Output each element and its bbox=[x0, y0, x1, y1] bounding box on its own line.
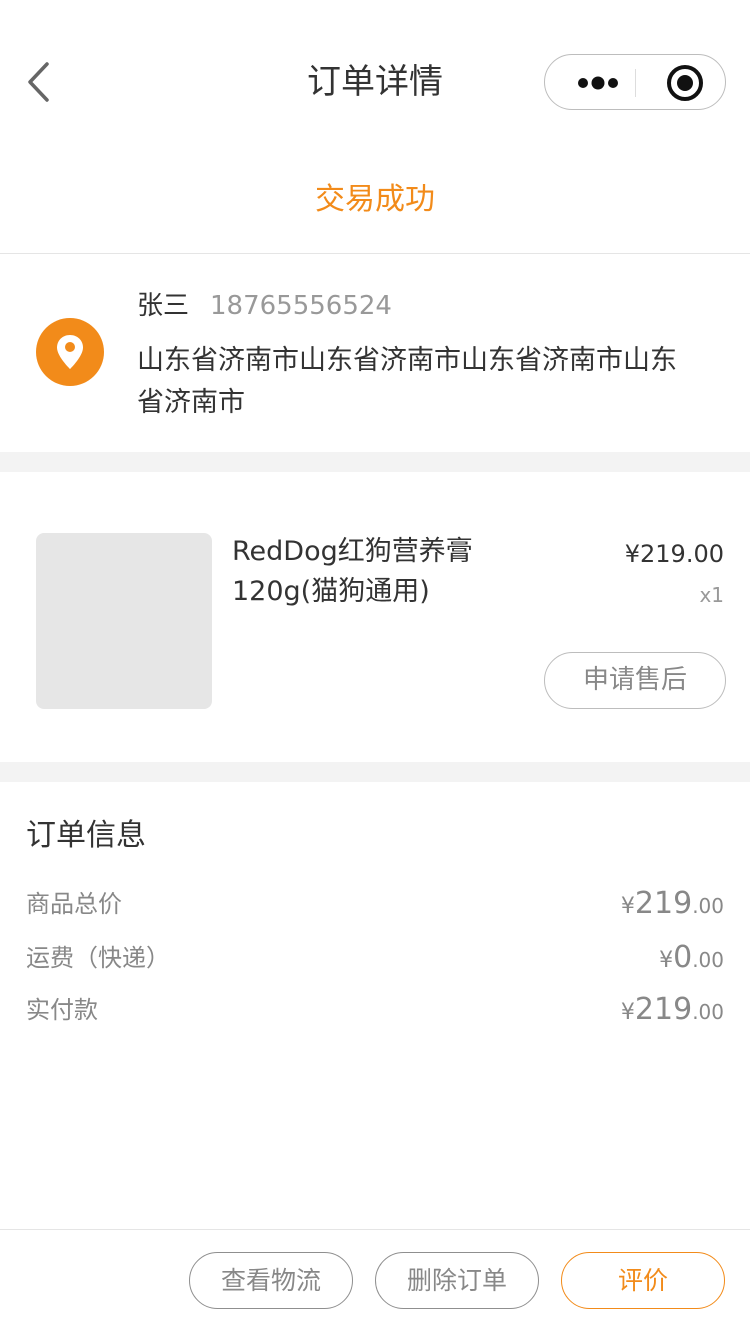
product-price: ¥219.00 bbox=[624, 540, 724, 568]
product-quantity: x1 bbox=[699, 583, 724, 607]
close-button[interactable] bbox=[653, 55, 717, 111]
navigation-bar: 订单详情 bbox=[0, 0, 750, 164]
view-logistics-button[interactable]: 查看物流 bbox=[189, 1252, 353, 1309]
shipping-address: 张三 18765556524 山东省济南市山东省济南市山东省济南市山东省济南市 bbox=[0, 254, 750, 452]
location-pin-icon bbox=[36, 318, 104, 386]
shipping-fee-row: 运费（快递） ¥0.00 bbox=[26, 938, 724, 978]
section-gap bbox=[0, 452, 750, 472]
order-status: 交易成功 bbox=[315, 182, 435, 217]
record-close-icon bbox=[667, 65, 703, 101]
review-button[interactable]: 评价 bbox=[561, 1252, 725, 1309]
row-value: ¥0.00 bbox=[659, 940, 724, 975]
more-dots-icon bbox=[578, 76, 618, 90]
row-label: 商品总价 bbox=[26, 890, 122, 918]
row-label: 实付款 bbox=[26, 996, 98, 1024]
row-value: ¥219.00 bbox=[620, 886, 724, 921]
footer-actions: 查看物流 删除订单 评价 bbox=[0, 1230, 750, 1334]
row-value: ¥219.00 bbox=[620, 992, 724, 1027]
row-label: 运费（快递） bbox=[26, 944, 170, 972]
after-sale-button[interactable]: 申请售后 bbox=[544, 652, 726, 709]
address-detail: 山东省济南市山东省济南市山东省济南市山东省济南市 bbox=[137, 345, 677, 418]
section-gap bbox=[0, 762, 750, 782]
product-name[interactable]: RedDog红狗营养膏120g(猫狗通用) bbox=[232, 532, 562, 612]
order-info: 订单信息 商品总价 ¥219.00 运费（快递） ¥0.00 实付款 ¥219.… bbox=[0, 782, 750, 1228]
product-image[interactable] bbox=[36, 533, 212, 709]
delete-order-button[interactable]: 删除订单 bbox=[375, 1252, 539, 1309]
goods-total-row: 商品总价 ¥219.00 bbox=[26, 884, 724, 924]
more-button[interactable] bbox=[563, 55, 633, 111]
recipient-phone: 18765556524 bbox=[210, 291, 392, 321]
paid-amount-row: 实付款 ¥219.00 bbox=[26, 990, 724, 1030]
goods-item: RedDog红狗营养膏120g(猫狗通用) ¥219.00 x1 申请售后 bbox=[0, 472, 750, 762]
mini-program-capsule bbox=[544, 54, 726, 110]
order-info-title: 订单信息 bbox=[26, 818, 146, 853]
capsule-divider bbox=[635, 69, 636, 97]
recipient-name: 张三 bbox=[137, 291, 190, 321]
